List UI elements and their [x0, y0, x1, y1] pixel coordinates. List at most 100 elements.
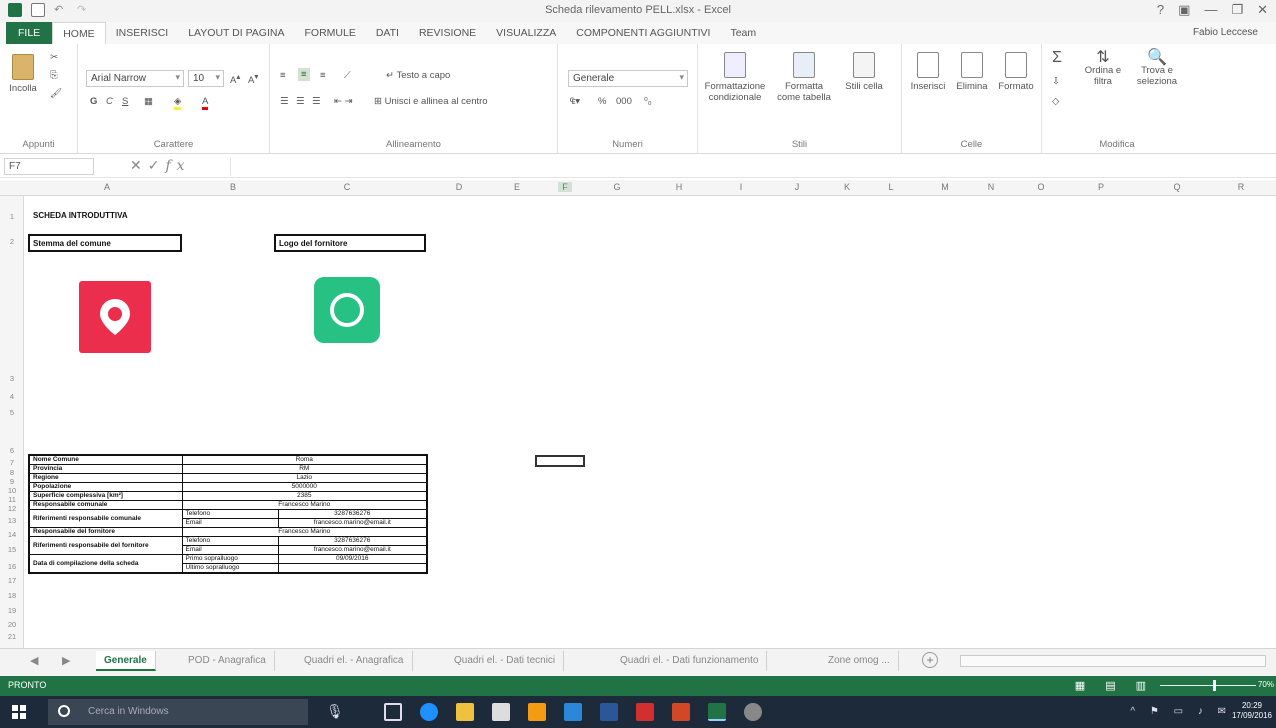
wrap-text-button[interactable]: ↵ Testo a capo [386, 70, 450, 81]
align-center-icon[interactable]: ☰ [296, 96, 305, 107]
column-header[interactable]: L [884, 182, 898, 192]
sheet-tab-pod[interactable]: POD - Anagrafica [180, 651, 275, 671]
column-header[interactable]: D [452, 182, 466, 192]
row-label[interactable]: Regione [28, 473, 183, 483]
tab-team[interactable]: Team [720, 27, 766, 39]
align-left-icon[interactable]: ☰ [280, 96, 289, 107]
sub-key[interactable]: Email [181, 545, 279, 555]
column-header[interactable]: K [840, 182, 854, 192]
column-header[interactable]: O [1034, 182, 1048, 192]
cut-icon[interactable]: ✂ [50, 52, 58, 63]
column-header[interactable]: H [672, 182, 686, 192]
tab-page-layout[interactable]: LAYOUT DI PAGINA [178, 27, 294, 39]
next-sheet-icon[interactable]: ▶ [62, 654, 70, 667]
tab-addins[interactable]: COMPONENTI AGGIUNTIVI [566, 27, 720, 39]
row-header[interactable]: 18 [0, 591, 24, 600]
fill-color-icon[interactable]: ◈ [174, 96, 182, 110]
align-top-icon[interactable]: ≡ [280, 70, 286, 81]
format-painter-icon[interactable]: 🖌 [50, 88, 62, 99]
indent-icon[interactable]: ⇤ ⇥ [334, 96, 353, 107]
tab-view[interactable]: VISUALIZZA [486, 27, 566, 39]
row-label[interactable]: Nome Comune [28, 454, 183, 465]
row-header[interactable]: 11 [0, 495, 24, 504]
font-size-combo[interactable]: 10 [188, 70, 224, 87]
row-header[interactable]: 14 [0, 530, 24, 539]
sort-filter-button[interactable]: ⇅ Ordina e filtra [1080, 50, 1126, 88]
windows-start-icon[interactable] [12, 705, 26, 719]
enter-icon[interactable]: ✓ [148, 157, 166, 173]
cell-styles-button[interactable]: Stili cella [844, 52, 884, 92]
help-icon[interactable]: ? [1157, 2, 1164, 18]
sub-value[interactable]: 3287636276 [277, 509, 428, 519]
row-value[interactable]: 5000000 [181, 482, 428, 492]
font-color-icon[interactable]: A [202, 96, 209, 110]
row-header[interactable]: 21 [0, 632, 24, 641]
format-as-table-button[interactable]: Formatta come tabella [774, 52, 834, 103]
align-right-icon[interactable]: ☰ [312, 96, 321, 107]
row-label[interactable]: Data di compilazione della scheda [28, 554, 183, 574]
column-header[interactable]: J [790, 182, 804, 192]
row-header[interactable]: 17 [0, 576, 24, 585]
pdf-icon[interactable] [636, 703, 654, 721]
horizontal-scrollbar[interactable] [960, 655, 1266, 667]
row-label[interactable]: Provincia [28, 464, 183, 474]
conditional-formatting-button[interactable]: Formattazione condizionale [704, 52, 766, 103]
sheet-tab-generale[interactable]: Generale [96, 651, 156, 671]
row-header[interactable]: 9 [0, 477, 24, 486]
close-button[interactable]: ✕ [1257, 2, 1268, 18]
column-header[interactable]: M [938, 182, 952, 192]
merge-center-button[interactable]: ⊞ Unisci e allinea al centro [374, 96, 488, 107]
column-header[interactable]: N [984, 182, 998, 192]
sub-value[interactable]: 09/09/2016 [277, 554, 428, 564]
formula-input[interactable] [230, 158, 1270, 175]
underline-button[interactable]: S [122, 96, 128, 107]
clear-icon[interactable]: ◇ [1052, 96, 1059, 107]
number-format-combo[interactable]: Generale [568, 70, 688, 87]
row-header[interactable]: 12 [0, 504, 24, 513]
tab-insert[interactable]: INSERISCI [106, 27, 179, 39]
row-header[interactable]: 8 [0, 468, 24, 477]
app-blue-icon[interactable] [564, 703, 582, 721]
align-bottom-icon[interactable]: ≡ [320, 70, 326, 81]
row-value[interactable]: Roma [181, 454, 428, 465]
row-value[interactable]: Lazio [181, 473, 428, 483]
column-header[interactable]: B [226, 182, 240, 192]
tab-formulas[interactable]: FORMULE [294, 27, 365, 39]
row-header[interactable]: 10 [0, 486, 24, 495]
row-header[interactable]: 6 [0, 446, 24, 455]
sub-key[interactable]: Telefono [181, 536, 279, 546]
sub-value[interactable]: 3287636276 [277, 536, 428, 546]
row-header[interactable]: 15 [0, 545, 24, 554]
percent-icon[interactable]: % [598, 96, 606, 107]
zoom-slider[interactable] [1160, 685, 1256, 686]
row-header[interactable]: 19 [0, 606, 24, 615]
row-value[interactable]: RM [181, 464, 428, 474]
page-layout-view-icon[interactable]: ▤ [1105, 679, 1115, 692]
zoom-level[interactable]: 70% [1258, 680, 1274, 689]
sub-key[interactable]: Telefono [181, 509, 279, 519]
insert-function-icon[interactable]: fx [165, 158, 190, 174]
sub-value[interactable]: francesco.marino@email.it [277, 545, 428, 555]
sheet-tab-quadri-dati-tecnici[interactable]: Quadri el. - Dati tecnici [446, 651, 565, 671]
row-header[interactable]: 16 [0, 562, 24, 571]
store-icon[interactable] [492, 703, 510, 721]
row-value[interactable]: Francesco Marino [181, 527, 428, 537]
edge-browser-icon[interactable] [420, 703, 438, 721]
column-header[interactable]: I [734, 182, 748, 192]
insert-cells-button[interactable]: Inserisci [908, 52, 948, 92]
sheet-tab-zone-omog[interactable]: Zone omog ... [820, 651, 899, 671]
orientation-icon[interactable]: ⟋ [344, 70, 351, 81]
word-icon[interactable] [600, 703, 618, 721]
taskbar-search-input[interactable]: Cerca in Windows [48, 699, 308, 725]
sheet-tab-quadri-anagrafica[interactable]: Quadri el. - Anagrafica [296, 651, 413, 671]
vlc-icon[interactable] [528, 703, 546, 721]
task-view-icon[interactable] [384, 703, 402, 721]
column-header[interactable]: R [1234, 182, 1248, 192]
decrease-font-icon[interactable]: A▾ [248, 71, 258, 86]
paste-button[interactable]: Incolla [6, 54, 40, 94]
sub-value[interactable] [277, 563, 428, 574]
column-header[interactable]: Q [1170, 182, 1184, 192]
cancel-icon[interactable]: ✕ [130, 157, 148, 173]
row-value[interactable]: 2385 [181, 491, 428, 501]
row-header[interactable]: 7 [0, 458, 24, 467]
